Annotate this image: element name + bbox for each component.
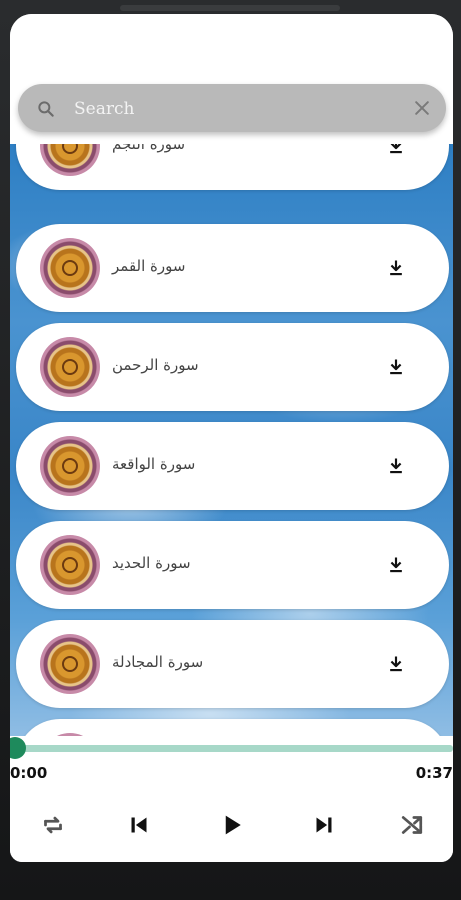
download-icon[interactable]: [386, 456, 406, 476]
surah-list[interactable]: سورة النجم سورة القمر سورة الرحمن سورة ا…: [10, 144, 453, 736]
device-notch: [120, 5, 340, 11]
search-icon: [38, 101, 54, 117]
quran-emblem-icon: [40, 535, 100, 595]
download-icon[interactable]: [386, 555, 406, 575]
list-item[interactable]: سورة المجادلة: [16, 620, 449, 708]
list-item[interactable]: [16, 719, 449, 736]
surah-name: سورة الرحمن: [112, 356, 199, 374]
skip-next-icon[interactable]: [309, 810, 339, 840]
list-item[interactable]: سورة النجم: [16, 144, 449, 190]
surah-name: سورة النجم: [112, 144, 186, 153]
current-time: 0:00: [10, 764, 48, 782]
list-item[interactable]: سورة الحديد: [16, 521, 449, 609]
quran-emblem-icon: [40, 144, 100, 176]
app-screen: سورة النجم سورة القمر سورة الرحمن سورة ا…: [10, 14, 453, 862]
surah-name: سورة الواقعة: [112, 455, 196, 473]
progress-slider[interactable]: [10, 745, 453, 752]
download-icon[interactable]: [386, 144, 406, 156]
search-input[interactable]: [72, 94, 396, 124]
quran-emblem-icon: [40, 337, 100, 397]
close-icon[interactable]: [412, 98, 432, 118]
shuffle-icon[interactable]: [397, 810, 427, 840]
surah-name: سورة الحديد: [112, 554, 191, 572]
quran-emblem-icon: [40, 436, 100, 496]
total-time: 0:37: [415, 764, 453, 782]
list-item[interactable]: سورة الواقعة: [16, 422, 449, 510]
search-bar[interactable]: [18, 84, 446, 132]
list-item[interactable]: سورة القمر: [16, 224, 449, 312]
app-bar: [10, 14, 453, 144]
download-icon[interactable]: [386, 654, 406, 674]
quran-emblem-icon: [40, 634, 100, 694]
surah-name: سورة المجادلة: [112, 653, 204, 671]
surah-name: سورة القمر: [112, 257, 186, 275]
repeat-icon[interactable]: [38, 810, 68, 840]
download-icon[interactable]: [386, 258, 406, 278]
progress-handle[interactable]: [10, 737, 26, 759]
audio-player: 0:00 0:37: [10, 736, 453, 862]
list-item[interactable]: سورة الرحمن: [16, 323, 449, 411]
quran-emblem-icon: [40, 238, 100, 298]
skip-previous-icon[interactable]: [124, 810, 154, 840]
download-icon[interactable]: [386, 357, 406, 377]
play-icon[interactable]: [217, 810, 247, 840]
